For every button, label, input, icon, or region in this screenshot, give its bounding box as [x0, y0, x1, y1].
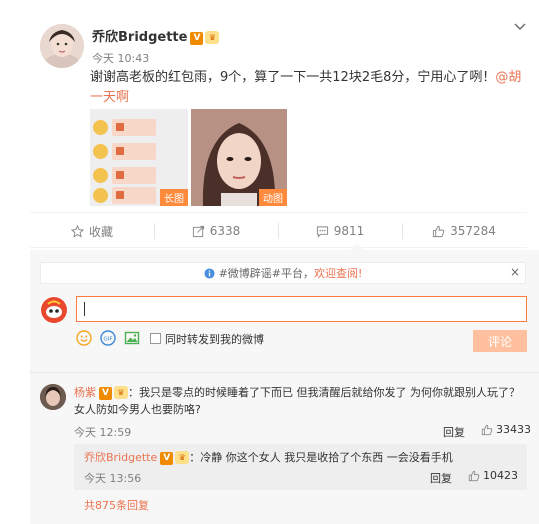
reply-text: ：冷静 你这个女人 我只是收拾了个东西 一会没看手机: [189, 451, 453, 464]
comment-text: ：我只是零点的时候睡着了下而已 但我清醒后就给你发了 为何你就跟别人玩了？女人防…: [74, 386, 520, 416]
repost-checkbox-label[interactable]: 同时转发到我的微博: [165, 331, 264, 347]
member-level-icon: ♛: [114, 386, 128, 399]
comment-button[interactable]: 9811: [278, 213, 402, 249]
verified-badge-icon: V: [99, 387, 112, 400]
chevron-down-icon[interactable]: [513, 20, 527, 34]
current-user-avatar[interactable]: [40, 296, 68, 324]
verified-badge-icon: V: [160, 452, 174, 465]
reply-body: 乔欣Bridgette V ♛ ：冷静 你这个女人 我只是收拾了个东西 一会没看手机: [84, 450, 524, 465]
notice-link[interactable]: 欢迎查阅!: [314, 265, 362, 281]
favorite-label: 收藏: [88, 224, 113, 239]
comment-time: 今天 12:59: [74, 426, 132, 439]
notice-text: #微博辟谣#平台，: [218, 267, 314, 280]
like-count: 357284: [450, 224, 496, 238]
star-icon: [70, 224, 84, 238]
like-button[interactable]: 357284: [402, 213, 526, 249]
commenter-name[interactable]: 杨紫: [74, 386, 96, 399]
gif-icon[interactable]: GIF: [100, 330, 116, 346]
repost-button[interactable]: 6338: [154, 213, 278, 249]
member-level-icon: ♛: [205, 31, 220, 44]
author-avatar[interactable]: [40, 24, 84, 68]
rumor-notice: #微博辟谣#平台， 欢迎查阅!: [40, 262, 526, 284]
close-icon[interactable]: ×: [510, 265, 520, 279]
post-action-bar: 收藏 6338 9811 357284: [30, 212, 527, 248]
repost-icon: [192, 225, 204, 237]
replier-name[interactable]: 乔欣Bridgette: [84, 451, 157, 464]
thumbs-up-icon: [433, 225, 445, 237]
svg-text:GIF: GIF: [103, 337, 112, 343]
repost-checkbox[interactable]: [150, 333, 161, 344]
info-icon: [204, 267, 215, 279]
thumbs-up-icon: [481, 424, 493, 435]
emoji-avatar-icon: [93, 120, 108, 135]
long-image-tag: 长图: [160, 189, 188, 206]
commenter-avatar[interactable]: [40, 384, 66, 410]
panel-pointer: [350, 243, 364, 250]
comment-input[interactable]: [76, 296, 527, 322]
post-body: 谢谢高老板的红包雨，9个，算了一下一共12块2毛8分，宁用心了咧！@胡一天啊: [90, 68, 526, 108]
reply-like-count: 10423: [483, 469, 518, 482]
image-icon[interactable]: [124, 330, 140, 346]
author-name-text[interactable]: 乔欣Bridgette: [92, 30, 187, 45]
emoji-avatar-icon: [93, 144, 108, 159]
author-name[interactable]: 乔欣Bridgette V ♛: [92, 26, 220, 45]
reply-like-button[interactable]: 10423: [468, 469, 518, 482]
emoji-avatar-icon: [93, 168, 108, 183]
comments-divider: [30, 372, 539, 373]
reply-reply-button[interactable]: 回复: [430, 470, 452, 486]
post-text: 谢谢高老板的红包雨，9个，算了一下一共12块2毛8分，宁用心了咧！: [90, 70, 496, 85]
more-replies-link[interactable]: 共875条回复: [84, 497, 149, 513]
post-image-long[interactable]: 长图: [90, 109, 188, 206]
thumbs-up-icon: [468, 470, 480, 481]
comment-like-button[interactable]: 33433: [481, 423, 531, 436]
comment-count: 9811: [333, 224, 365, 238]
submit-comment-button[interactable]: 评论: [473, 330, 527, 352]
post-image-gif[interactable]: 动图: [191, 109, 287, 206]
comment-like-count: 33433: [496, 423, 531, 436]
favorite-button[interactable]: 收藏: [30, 213, 154, 249]
member-level-icon: ♛: [175, 451, 190, 464]
emoji-avatar-icon: [93, 188, 108, 203]
reply-button[interactable]: 回复: [443, 424, 465, 440]
comment-body: 杨紫 V ♛ ：我只是零点的时候睡着了下而已 但我清醒后就给你发了 为何你就跟别人玩了…: [74, 384, 527, 418]
reply-time: 今天 13:56: [84, 472, 142, 485]
gif-image-tag: 动图: [259, 189, 287, 206]
emoji-icon[interactable]: [76, 330, 92, 346]
comment-icon: [316, 225, 328, 238]
verified-badge-icon: V: [190, 32, 204, 45]
repost-count: 6338: [209, 224, 241, 238]
post-timestamp[interactable]: 今天 10:43: [92, 50, 149, 66]
